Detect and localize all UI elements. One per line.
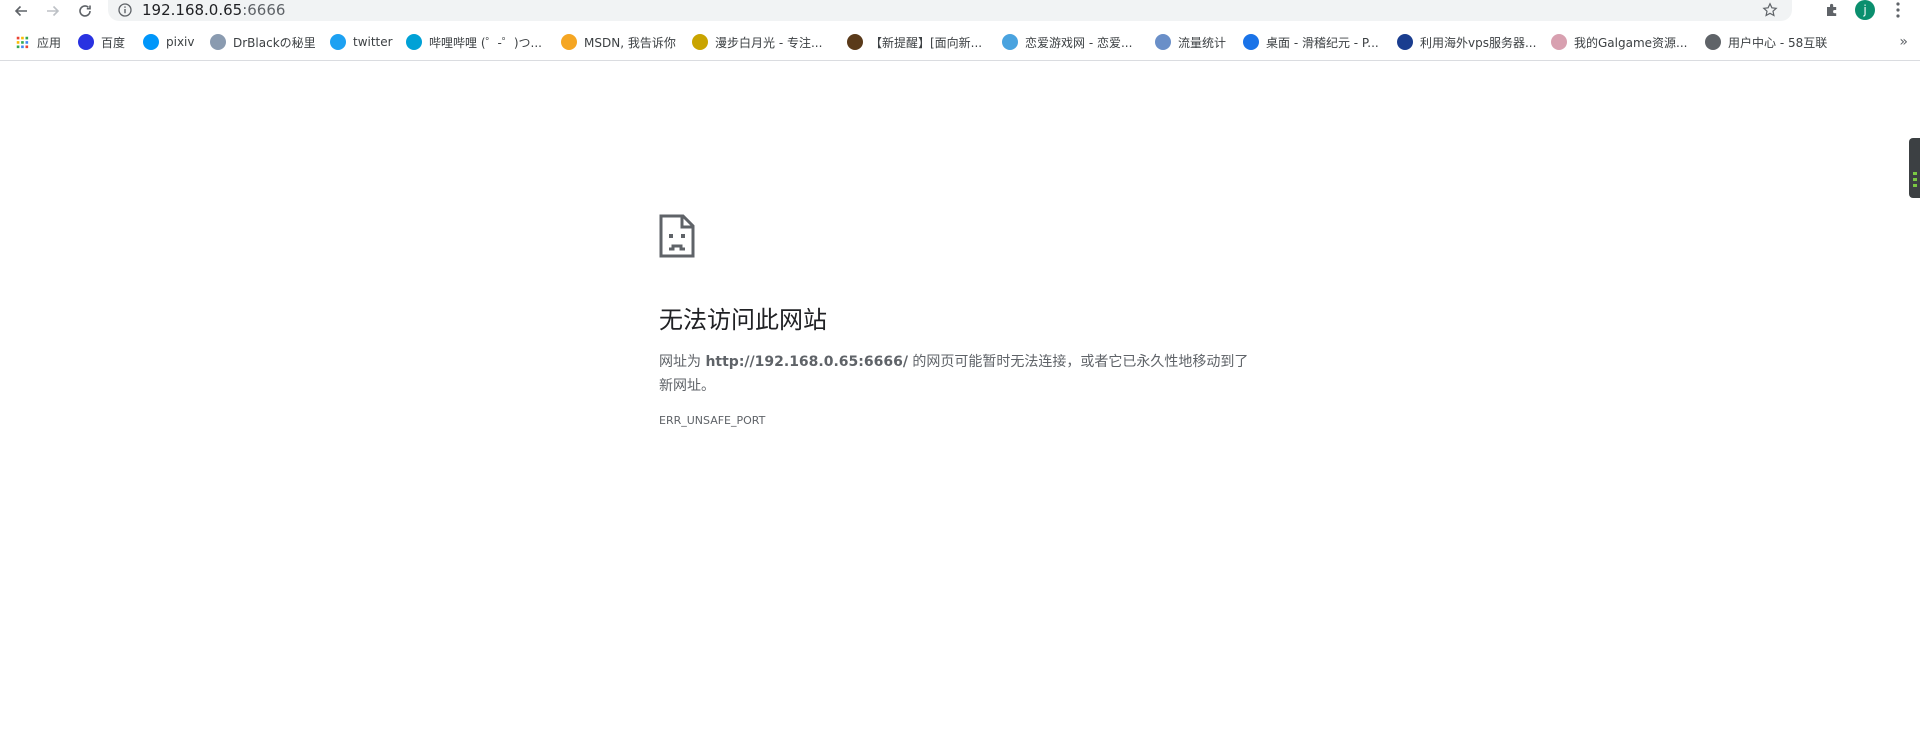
bookmark-label: 【新提醒】[面向新... [870,35,983,50]
bookmark-label: 用户中心 - 58互联 [1728,35,1828,50]
bookmark-label: pixiv [166,35,195,49]
bookmark-item[interactable]: 【新提醒】[面向新... [847,29,982,55]
pixiv-icon [143,34,159,50]
bookmark-label: twitter [353,35,393,49]
bookmark-star-icon[interactable] [1762,2,1778,18]
back-button[interactable] [9,0,33,21]
url-host: 192.168.0.65 [142,1,243,19]
bookmark-item[interactable]: DrBlackの秘里 [210,29,316,55]
bookmark-item[interactable]: 我的Galgame资源... [1551,29,1687,55]
error-description: 网址为 http://192.168.0.65:6666/ 的网页可能暂时无法连… [659,350,1259,398]
bookmark-item[interactable]: 百度 [78,29,125,55]
bookmark-label: 应用 [37,35,62,50]
toolbar-divider [0,60,1920,61]
browser-toolbar: 192.168.0.65:6666 j [0,0,1920,21]
url-text[interactable]: 192.168.0.65:6666 [142,1,285,19]
bookmarks-overflow-button[interactable]: » [1899,29,1908,55]
msdn-icon [561,34,577,50]
world-icon [1705,34,1721,50]
k-icon [1243,34,1259,50]
sad-page-icon [659,214,695,258]
more-menu-icon[interactable] [1890,0,1906,20]
bookmark-label: 百度 [101,35,126,50]
bookmark-item[interactable]: 哔哩哔哩 (゜-゜)つ... [406,29,542,55]
bookmark-label: 漫步白月光 - 专注... [715,35,823,50]
extensions-puzzle-icon[interactable] [1824,1,1842,19]
address-bar[interactable]: 192.168.0.65:6666 [108,0,1792,21]
bookmark-item[interactable]: 漫步白月光 - 专注... [692,29,822,55]
bookmarks-bar: 应用 百度 pixiv DrBlackの秘里 twitter 哔哩哔哩 (゜-゜)つ...… [0,29,1920,55]
side-panel-handle[interactable] [1909,138,1920,198]
error-title: 无法访问此网站 [659,306,827,334]
drblack-icon [210,34,226,50]
error-code: ERR_UNSAFE_PORT [659,414,766,427]
back-arrow-icon [14,5,27,16]
bookmark-item[interactable]: 用户中心 - 58互联 [1705,29,1827,55]
bookmark-label: 桌面 - 滑稽纪元 - P... [1266,35,1379,50]
apps-grid-icon [14,34,30,50]
url-port: :6666 [242,1,286,19]
scotland-flag-icon [1397,34,1413,50]
profile-avatar[interactable]: j [1855,0,1875,20]
baidu-paw-icon [78,34,94,50]
minecraft-block-icon [847,34,863,50]
bookmark-label: 我的Galgame资源... [1574,35,1688,50]
twitter-bird-icon [330,34,346,50]
bookmark-label: MSDN, 我告诉你 [584,35,676,50]
bookmark-item[interactable]: 利用海外vps服务器... [1397,29,1536,55]
bookmark-label: 哔哩哔哩 (゜-゜)つ... [429,35,542,50]
globe-icon [1155,34,1171,50]
info-icon[interactable] [118,3,132,17]
bilibili-icon [406,34,422,50]
bookmark-item[interactable]: 流量统计 [1155,29,1226,55]
bookmark-item[interactable]: pixiv [143,29,195,55]
bookmark-item[interactable]: 应用 [14,29,61,55]
forward-arrow-icon [47,5,60,16]
bookmark-item[interactable]: twitter [330,29,393,55]
bookmark-label: 利用海外vps服务器... [1420,35,1537,50]
bookmark-label: 恋爱游戏网 - 恋爱... [1025,35,1133,50]
moon-icon [692,34,708,50]
error-desc-url: http://192.168.0.65:6666/ [705,354,908,370]
galgame-icon [1551,34,1567,50]
bookmark-item[interactable]: 桌面 - 滑稽纪元 - P... [1243,29,1379,55]
flower-icon [1002,34,1018,50]
reload-icon [79,4,91,17]
bookmark-label: DrBlackの秘里 [233,35,316,50]
error-desc-prefix: 网址为 [659,354,706,370]
bookmark-label: 流量统计 [1178,35,1227,50]
reload-button[interactable] [73,0,97,21]
bookmark-item[interactable]: 恋爱游戏网 - 恋爱... [1002,29,1132,55]
bookmark-item[interactable]: MSDN, 我告诉你 [561,29,676,55]
forward-button[interactable] [41,0,65,21]
